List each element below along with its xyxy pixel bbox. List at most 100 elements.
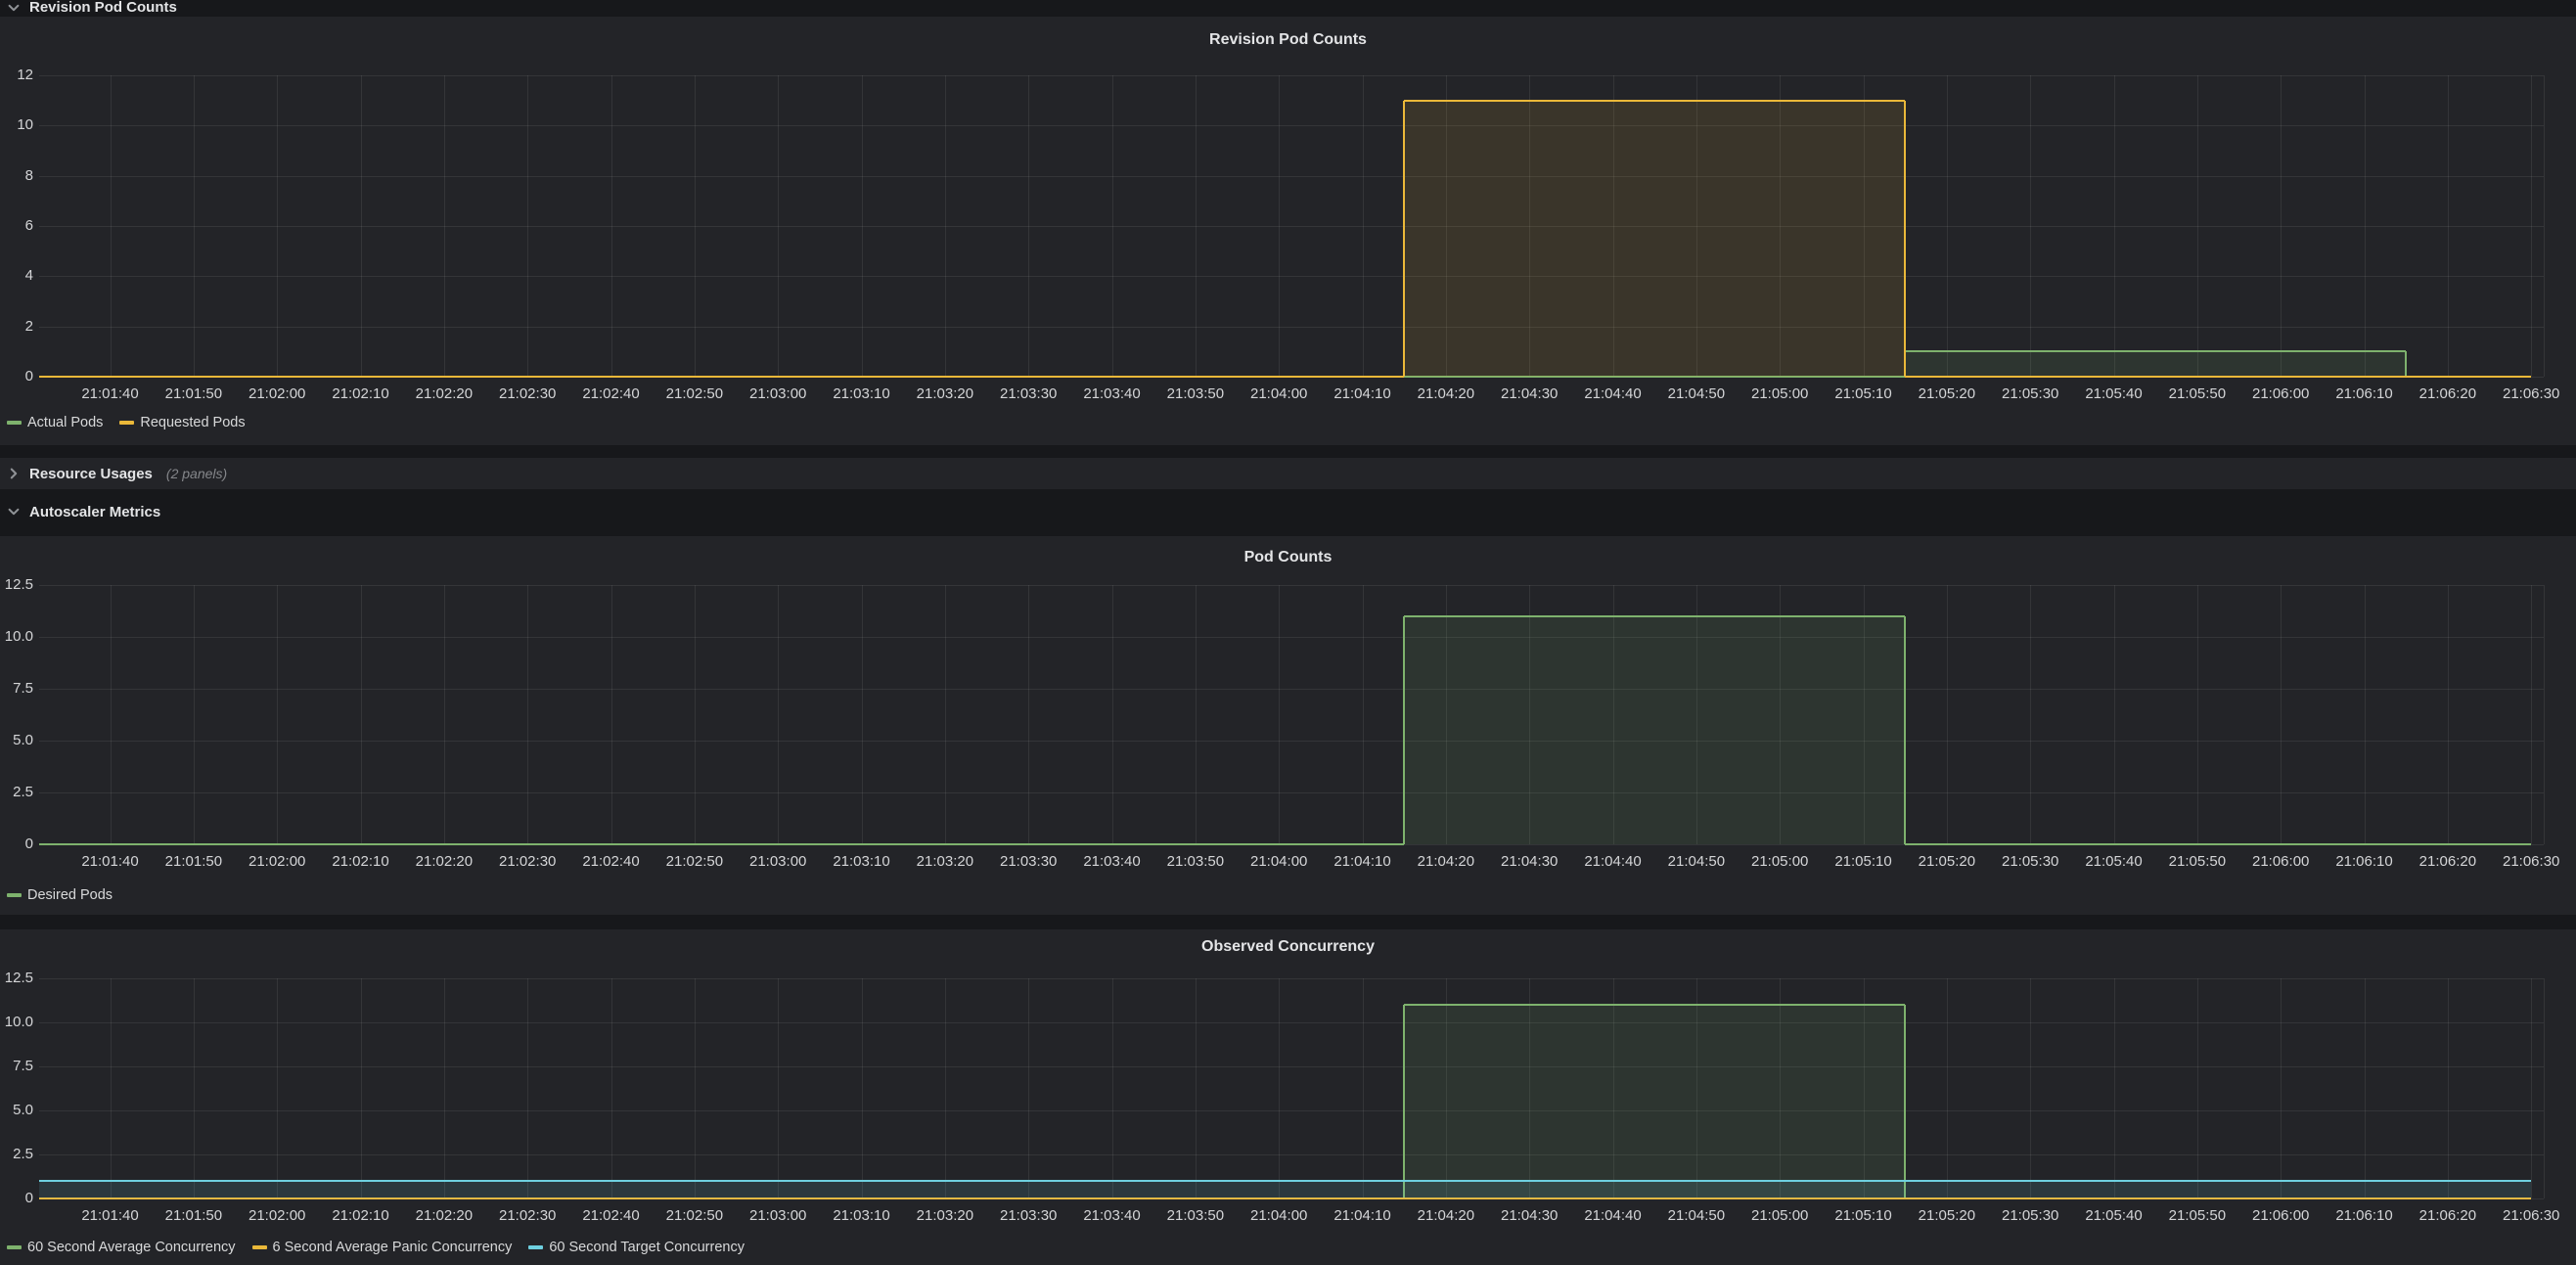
- x-axis-tick-label: 21:06:30: [2490, 385, 2572, 403]
- y-axis-tick-label: 10: [0, 116, 33, 134]
- x-axis-tick-label: 21:04:50: [1655, 853, 1738, 871]
- x-axis-tick-label: 21:04:10: [1322, 853, 1404, 871]
- x-axis-tick-label: 21:06:00: [2239, 853, 2322, 871]
- panel-revision-pod-counts: Revision Pod Counts 02468101221:01:4021:…: [0, 17, 2576, 445]
- y-axis-tick-label: 10.0: [0, 1014, 33, 1031]
- x-axis-tick-label: 21:04:20: [1405, 1207, 1487, 1225]
- x-axis-tick-label: 21:04:30: [1488, 853, 1570, 871]
- x-axis-tick-label: 21:06:00: [2239, 1207, 2322, 1225]
- x-axis-tick-label: 21:03:20: [904, 853, 986, 871]
- y-axis-tick-label: 0: [0, 836, 33, 853]
- y-axis-tick-label: 4: [0, 267, 33, 285]
- x-axis-tick-label: 21:02:50: [654, 853, 736, 871]
- x-axis-tick-label: 21:03:50: [1154, 385, 1237, 403]
- x-axis-tick-label: 21:05:00: [1739, 1207, 1821, 1225]
- x-axis-tick-label: 21:04:30: [1488, 1207, 1570, 1225]
- row-header-revision-pod-counts[interactable]: Revision Pod Counts: [0, 0, 2576, 18]
- row-title: Resource Usages: [29, 466, 153, 482]
- x-axis-tick-label: 21:03:50: [1154, 853, 1237, 871]
- legend-color-dash: [7, 893, 22, 897]
- row-title: Autoscaler Metrics: [29, 504, 160, 520]
- plot-area[interactable]: [39, 978, 2544, 1198]
- x-axis-tick-label: 21:04:10: [1322, 385, 1404, 403]
- panel-title[interactable]: Revision Pod Counts: [0, 31, 2576, 49]
- panel-title-text: Revision Pod Counts: [1209, 31, 1367, 48]
- x-axis-tick-label: 21:05:50: [2156, 1207, 2238, 1225]
- x-axis-tick-label: 21:06:20: [2407, 1207, 2489, 1225]
- x-axis-tick-label: 21:04:50: [1655, 385, 1738, 403]
- x-axis-tick-label: 21:06:00: [2239, 385, 2322, 403]
- x-axis-tick-label: 21:02:00: [236, 853, 318, 871]
- legend-label: Desired Pods: [27, 887, 113, 903]
- x-axis-tick-label: 21:06:20: [2407, 385, 2489, 403]
- legend-item[interactable]: Actual Pods: [7, 415, 103, 430]
- x-axis-tick-label: 21:02:20: [403, 385, 485, 403]
- x-axis-tick-label: 21:06:10: [2324, 385, 2406, 403]
- x-axis-tick-label: 21:04:30: [1488, 385, 1570, 403]
- panel-pod-counts: Pod Counts 02.55.07.510.012.521:01:4021:…: [0, 536, 2576, 915]
- legend-color-dash: [252, 1245, 267, 1249]
- y-axis-tick-label: 5.0: [0, 732, 33, 749]
- x-axis-tick-label: 21:04:40: [1572, 385, 1654, 403]
- row-title: Revision Pod Counts: [29, 0, 177, 16]
- x-axis-tick-label: 21:03:50: [1154, 1207, 1237, 1225]
- plot-area[interactable]: [39, 585, 2544, 844]
- x-axis-tick-label: 21:05:10: [1823, 385, 1905, 403]
- x-axis-tick-label: 21:05:20: [1906, 1207, 1988, 1225]
- x-axis-tick-label: 21:05:40: [2073, 1207, 2155, 1225]
- legend-item[interactable]: Desired Pods: [7, 887, 113, 903]
- x-axis-tick-label: 21:03:40: [1071, 1207, 1153, 1225]
- legend-label: 60 Second Target Concurrency: [549, 1240, 745, 1255]
- y-axis-tick-label: 12.5: [0, 970, 33, 987]
- x-axis-tick-label: 21:02:50: [654, 385, 736, 403]
- legend-label: 60 Second Average Concurrency: [27, 1240, 236, 1255]
- y-axis-tick-label: 5.0: [0, 1102, 33, 1119]
- x-axis-tick-label: 21:03:00: [737, 1207, 819, 1225]
- x-axis-tick-label: 21:01:50: [153, 385, 235, 403]
- x-axis-tick-label: 21:05:00: [1739, 385, 1821, 403]
- plot-area[interactable]: [39, 75, 2544, 377]
- y-axis-tick-label: 12.5: [0, 576, 33, 594]
- x-axis-tick-label: 21:05:10: [1823, 1207, 1905, 1225]
- legend-item[interactable]: 6 Second Average Panic Concurrency: [252, 1240, 513, 1255]
- x-axis-tick-label: 21:02:30: [486, 853, 568, 871]
- legend-item[interactable]: Requested Pods: [119, 415, 245, 430]
- row-header-autoscaler-metrics[interactable]: Autoscaler Metrics: [0, 494, 2576, 529]
- x-axis-tick-label: 21:06:10: [2324, 1207, 2406, 1225]
- x-axis-tick-label: 21:03:20: [904, 385, 986, 403]
- x-axis-tick-label: 21:04:40: [1572, 1207, 1654, 1225]
- y-axis-tick-label: 10.0: [0, 628, 33, 646]
- y-axis-tick-label: 6: [0, 217, 33, 235]
- legend-label: 6 Second Average Panic Concurrency: [273, 1240, 513, 1255]
- x-axis-tick-label: 21:05:10: [1823, 853, 1905, 871]
- legend-color-dash: [528, 1245, 543, 1249]
- x-axis-tick-label: 21:03:10: [821, 1207, 903, 1225]
- x-axis-tick-label: 21:02:20: [403, 853, 485, 871]
- x-axis-tick-label: 21:01:40: [69, 385, 152, 403]
- row-header-resource-usages[interactable]: Resource Usages (2 panels): [0, 458, 2576, 489]
- panel-legend: 60 Second Average Concurrency 6 Second Av…: [7, 1239, 745, 1256]
- legend-item[interactable]: 60 Second Target Concurrency: [528, 1240, 745, 1255]
- x-axis-tick-label: 21:02:10: [320, 385, 402, 403]
- y-axis-tick-label: 12: [0, 67, 33, 84]
- x-axis-tick-label: 21:01:50: [153, 1207, 235, 1225]
- x-axis-tick-label: 21:02:40: [570, 1207, 653, 1225]
- x-axis-tick-label: 21:06:10: [2324, 853, 2406, 871]
- panel-title[interactable]: Observed Concurrency: [0, 938, 2576, 956]
- chevron-right-icon: [7, 467, 21, 480]
- legend-item[interactable]: 60 Second Average Concurrency: [7, 1240, 236, 1255]
- x-axis-tick-label: 21:05:30: [1989, 1207, 2071, 1225]
- x-axis-tick-label: 21:02:00: [236, 1207, 318, 1225]
- x-axis-tick-label: 21:02:40: [570, 853, 653, 871]
- x-axis-tick-label: 21:05:50: [2156, 853, 2238, 871]
- panel-title[interactable]: Pod Counts: [0, 549, 2576, 566]
- x-axis-tick-label: 21:01:40: [69, 853, 152, 871]
- plot-right-edge: [2544, 978, 2545, 1198]
- y-axis-tick-label: 7.5: [0, 680, 33, 698]
- x-axis-tick-label: 21:03:40: [1071, 853, 1153, 871]
- x-axis-tick-label: 21:04:00: [1238, 1207, 1320, 1225]
- x-axis-tick-label: 21:03:20: [904, 1207, 986, 1225]
- panel-observed-concurrency: Observed Concurrency 02.55.07.510.012.52…: [0, 929, 2576, 1265]
- row-panels-count: (2 panels): [166, 466, 227, 481]
- x-axis-tick-label: 21:03:30: [987, 1207, 1069, 1225]
